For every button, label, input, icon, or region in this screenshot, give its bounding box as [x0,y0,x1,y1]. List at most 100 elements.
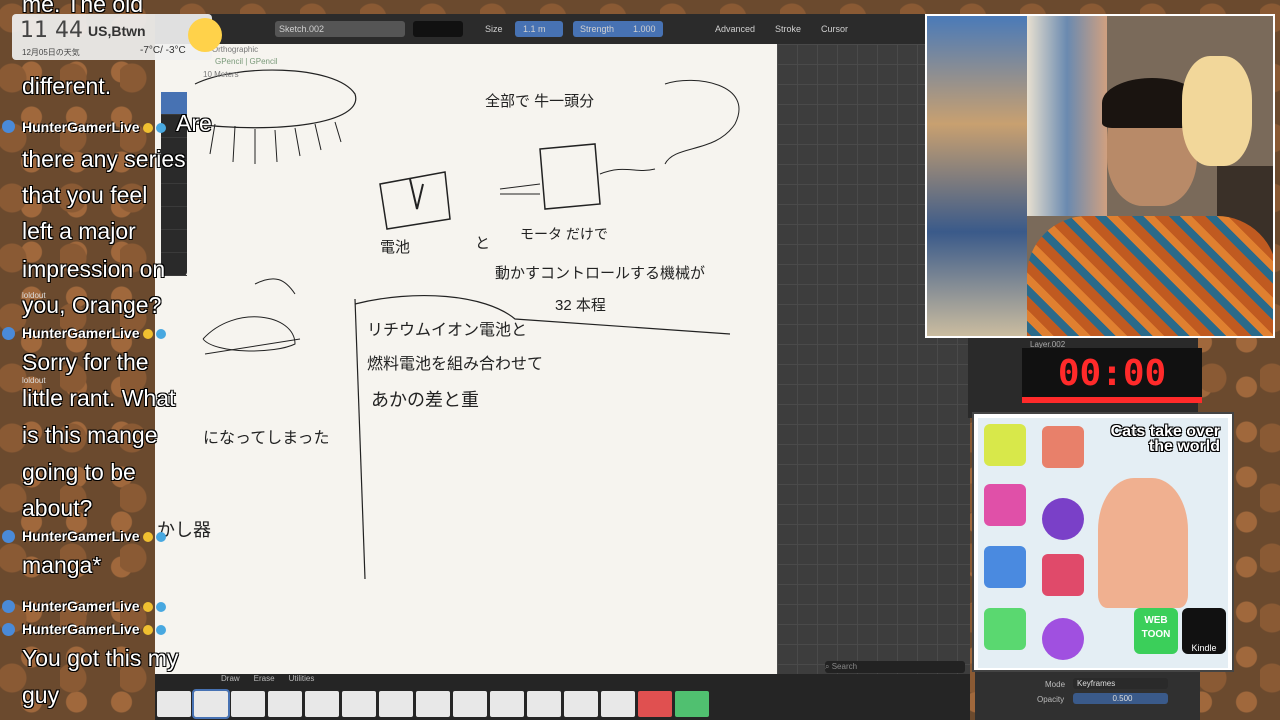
chat-message: impression on [22,256,166,282]
cat-shape [984,484,1026,526]
brush-thumb[interactable] [675,691,709,717]
chat-message: different. [22,73,112,99]
crown-icon [143,329,154,340]
tool-header: Sketch.002 Size 1.1 m Strength 1.000 Adv… [155,14,970,44]
chat-message: left a major [22,218,136,244]
sketch-note-1: 全部で 牛一頭分 [485,93,595,110]
clock-location: US,Btwn [88,23,146,39]
chat-message: you, Orange? [22,292,162,318]
opacity-label: Opacity [1037,695,1065,704]
webtoon-logo: WEB TOON [1134,608,1178,654]
crown-icon [156,123,167,134]
chat-username: HunterGamerLive [22,621,167,637]
user-avatar [2,600,15,613]
chat-message: You got this my [22,645,179,671]
tab-erase[interactable]: Erase [254,674,275,686]
chat-username: HunterGamerLive [22,119,167,135]
mode-tabs: Draw Erase Utilities [221,674,314,686]
cat-shape [984,546,1026,588]
cursor-dropdown[interactable]: Cursor [821,22,848,36]
opacity-slider[interactable]: 0.500 [1073,693,1168,704]
brush-thumb[interactable] [453,691,487,717]
chat-message: Are [176,110,212,136]
brush-thumb[interactable] [305,691,339,717]
blender-window: Sketch.002 Size 1.1 m Strength 1.000 Adv… [155,14,970,720]
chat-username: HunterGamerLive [22,598,167,614]
sketch-note-diff: あかの差と重 [371,390,479,410]
brush-thumb[interactable] [527,691,561,717]
sketch-note-battery: 電池 [380,239,411,256]
chat-message: that you feel [22,182,148,208]
brush-thumb[interactable] [638,691,672,717]
stroke-dropdown[interactable]: Stroke [775,22,801,36]
chat-message: is this mange [22,422,158,448]
sketch-note-control: 動かすコントロールする機械が [495,265,706,282]
cat-shape [1042,498,1084,540]
cat-shape [1042,618,1084,660]
brush-thumb[interactable] [416,691,450,717]
size-label: Size [485,24,503,34]
chat-overlay: me. The old different. HunterGamerLive A… [0,0,230,720]
sketch-note-fuel: 燃料電池を組み合わせて [367,356,544,373]
user-avatar [2,623,15,636]
promo-artwork: Cats take over the world WEB TOON Kindle [978,418,1228,668]
tab-utilities[interactable]: Utilities [289,674,315,686]
brush-thumb[interactable] [379,691,413,717]
plush-toy [1182,56,1252,166]
chat-username: HunterGamerLive [22,325,167,341]
cat-shape [984,608,1026,650]
chat-message: guy [22,682,60,708]
color-swatch[interactable] [413,21,463,37]
crown-icon [143,625,154,636]
sketch-note-count: 32 本程 [555,297,606,314]
crown-icon [143,123,154,134]
strength-label: Strength [580,24,615,34]
character-figure [1098,478,1188,608]
streamer-sweater [1027,216,1273,336]
cat-shape [1042,426,1084,468]
chat-message: manga* [22,552,102,578]
sun-icon [188,18,222,52]
sketch-note-li: リチウムイオン電池と [367,322,528,339]
wall-posters [1027,16,1107,216]
search-input[interactable]: ⌕ Search [825,661,965,673]
crown-icon [143,532,154,543]
chat-message: Sorry for the [22,349,149,375]
user-avatar [2,530,15,543]
clock-date: 12月05日の天気 [22,48,80,57]
mode-label: Mode [1045,680,1066,689]
sketch-note-to: と [475,235,491,252]
search-icon: ⌕ [825,662,832,671]
brush-thumb[interactable] [564,691,598,717]
strength-value: 1.000 [633,24,656,34]
promo-title: Cats take over the world [1110,423,1220,455]
brush-thumb[interactable] [601,691,635,717]
object-name: Sketch.002 [279,24,325,34]
advanced-dropdown[interactable]: Advanced [715,22,755,36]
user-avatar [2,120,15,133]
chat-username: HunterGamerLive [22,528,167,544]
drawing-canvas[interactable]: ht Orthographic GPencil | GPencil 10 Met… [155,44,777,674]
brush-list [157,689,709,719]
promo-card: Cats take over the world WEB TOON Kindle [972,412,1234,672]
kindle-logo: Kindle [1182,608,1226,654]
size-value: 1.1 m [523,24,546,34]
user-avatar [2,327,15,340]
brush-thumb[interactable] [490,691,524,717]
brush-thumb[interactable] [342,691,376,717]
brush-thumb[interactable] [268,691,302,717]
brush-thumb[interactable] [231,691,265,717]
mode-dropdown[interactable]: Keyframes [1073,678,1168,689]
crown-icon [156,329,167,340]
timer-display: 00:00 [1022,348,1202,400]
clock-temperature: -7°C/ -3°C [140,45,186,56]
cat-shape [984,424,1026,466]
sketch-note-motor: モータ だけで [520,226,608,242]
chat-message: little rant. What [22,385,176,411]
wall-posters [927,16,1027,336]
clock-widget: 11 44 US,Btwn 12月05日の天気 -7°C/ -3°C [12,14,222,60]
chat-message: there any series [22,146,186,172]
timer-bar [1022,397,1202,403]
webcam-feed [925,14,1275,338]
search-placeholder: Search [831,662,858,671]
